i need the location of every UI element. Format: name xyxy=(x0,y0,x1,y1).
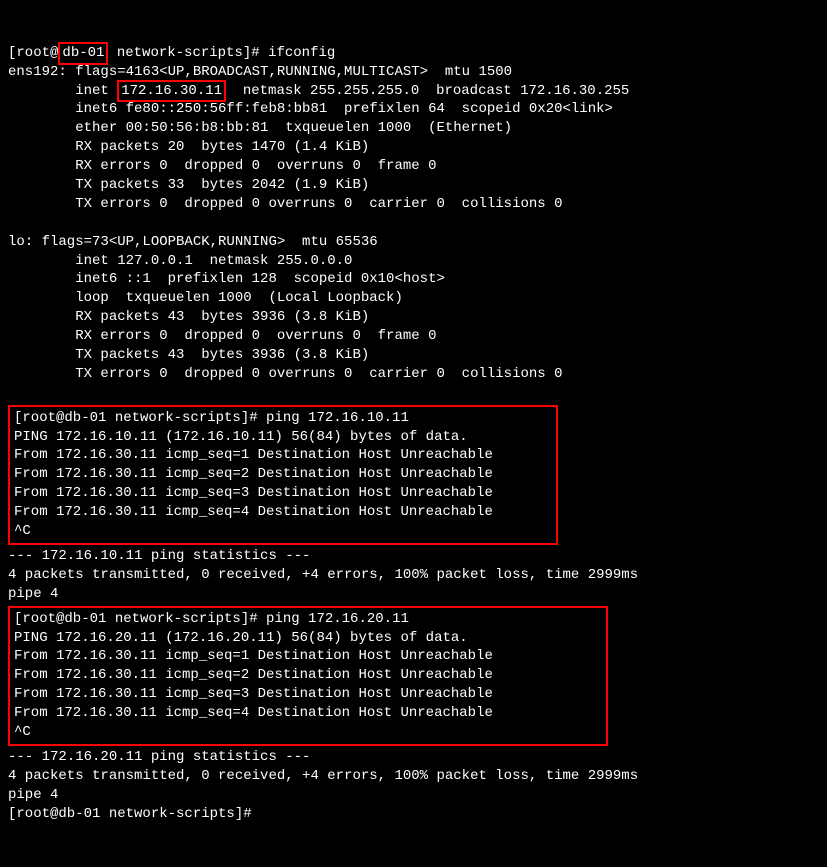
ifconfig-ens192-ether: ether 00:50:56:b8:bb:81 txqueuelen 1000 … xyxy=(8,120,512,136)
ifconfig-ens192-rxe: RX errors 0 dropped 0 overruns 0 frame 0 xyxy=(8,158,436,174)
ifconfig-lo-txe: TX errors 0 dropped 0 overruns 0 carrier… xyxy=(8,366,563,382)
ping1-seq2: From 172.16.30.11 icmp_seq=2 Destination… xyxy=(14,466,493,482)
ifconfig-lo-inet6: inet6 ::1 prefixlen 128 scopeid 0x10<hos… xyxy=(8,271,445,287)
ping1-header: PING 172.16.10.11 (172.16.10.11) 56(84) … xyxy=(14,429,468,445)
prompt-cmd: network-scripts]# ifconfig xyxy=(108,45,335,61)
ip-highlight: 172.16.30.11 xyxy=(117,80,226,103)
ping2-block-highlight: [root@db-01 network-scripts]# ping 172.1… xyxy=(8,606,608,746)
hostname-highlight: db-01 xyxy=(58,42,108,65)
ifconfig-ens192-flags: ens192: flags=4163<UP,BROADCAST,RUNNING,… xyxy=(8,64,512,80)
ping2-cmd: [root@db-01 network-scripts]# ping 172.1… xyxy=(14,611,409,627)
ifconfig-lo-txp: TX packets 43 bytes 3936 (3.8 KiB) xyxy=(8,347,369,363)
ifconfig-lo-loop: loop txqueuelen 1000 (Local Loopback) xyxy=(8,290,403,306)
ping1-stats-pipe: pipe 4 xyxy=(8,586,58,602)
ping1-seq3: From 172.16.30.11 icmp_seq=3 Destination… xyxy=(14,485,493,501)
ping2-break: ^C xyxy=(14,724,31,740)
final-prompt[interactable]: [root@db-01 network-scripts]# xyxy=(8,806,252,822)
ping2-seq1: From 172.16.30.11 icmp_seq=1 Destination… xyxy=(14,648,493,664)
ifconfig-ens192-rxp: RX packets 20 bytes 1470 (1.4 KiB) xyxy=(8,139,369,155)
prompt-userhost-prefix: [root@ xyxy=(8,45,58,61)
ifconfig-ens192-txp: TX packets 33 bytes 2042 (1.9 KiB) xyxy=(8,177,369,193)
ifconfig-ens192-inet6: inet6 fe80::250:56ff:feb8:bb81 prefixlen… xyxy=(8,101,613,117)
ping2-stats-pipe: pipe 4 xyxy=(8,787,58,803)
ping1-stats-header: --- 172.16.10.11 ping statistics --- xyxy=(8,548,310,564)
ping1-cmd: [root@db-01 network-scripts]# ping 172.1… xyxy=(14,410,409,426)
ping1-seq4: From 172.16.30.11 icmp_seq=4 Destination… xyxy=(14,504,493,520)
ifconfig-lo-rxp: RX packets 43 bytes 3936 (3.8 KiB) xyxy=(8,309,369,325)
ifconfig-lo-inet: inet 127.0.0.1 netmask 255.0.0.0 xyxy=(8,253,352,269)
ifconfig-lo-flags: lo: flags=73<UP,LOOPBACK,RUNNING> mtu 65… xyxy=(8,234,378,250)
inet-label: inet xyxy=(8,83,117,99)
ifconfig-ens192-inet: inet 172.16.30.11 netmask 255.255.255.0 … xyxy=(8,83,629,99)
ifconfig-ens192-txe: TX errors 0 dropped 0 overruns 0 carrier… xyxy=(8,196,563,212)
ping1-stats-summary: 4 packets transmitted, 0 received, +4 er… xyxy=(8,567,638,583)
ping2-seq3: From 172.16.30.11 icmp_seq=3 Destination… xyxy=(14,686,493,702)
ping2-seq4: From 172.16.30.11 icmp_seq=4 Destination… xyxy=(14,705,493,721)
ping2-seq2: From 172.16.30.11 icmp_seq=2 Destination… xyxy=(14,667,493,683)
ping2-header: PING 172.16.20.11 (172.16.20.11) 56(84) … xyxy=(14,630,468,646)
prompt-line: [root@db-01 network-scripts]# ifconfig xyxy=(8,45,335,61)
ping2-stats-summary: 4 packets transmitted, 0 received, +4 er… xyxy=(8,768,638,784)
inet-rest: netmask 255.255.255.0 broadcast 172.16.3… xyxy=(226,83,629,99)
ping1-block-highlight: [root@db-01 network-scripts]# ping 172.1… xyxy=(8,405,558,545)
ping2-stats-header: --- 172.16.20.11 ping statistics --- xyxy=(8,749,310,765)
ifconfig-lo-rxe: RX errors 0 dropped 0 overruns 0 frame 0 xyxy=(8,328,436,344)
ping1-break: ^C xyxy=(14,523,31,539)
ping1-seq1: From 172.16.30.11 icmp_seq=1 Destination… xyxy=(14,447,493,463)
